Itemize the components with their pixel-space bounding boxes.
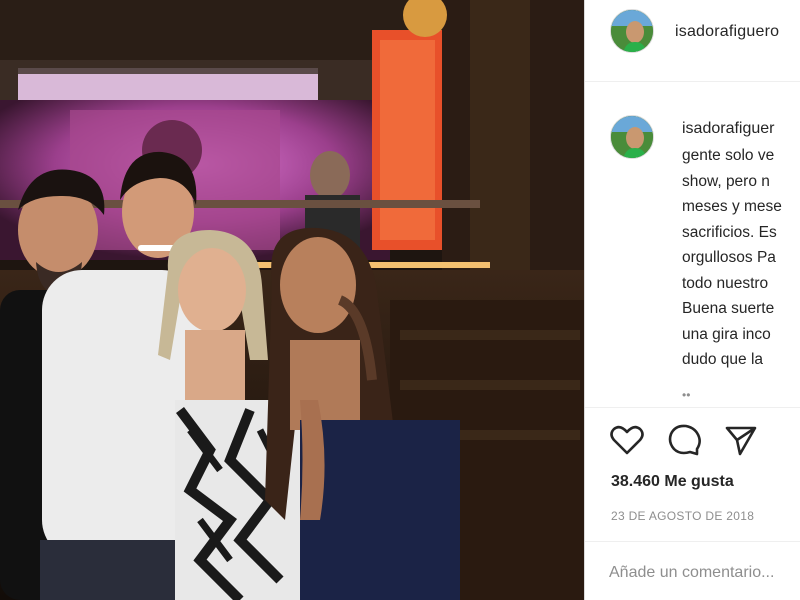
caption-username[interactable]: isadorafiguer (682, 120, 775, 138)
post-photo[interactable] (0, 0, 584, 600)
post-author-username[interactable]: isadorafiguero (675, 23, 779, 41)
profile-picture (611, 10, 653, 52)
group-photo-image (0, 0, 584, 600)
caption-text: gente solo ve show, pero n meses y mese … (682, 147, 782, 368)
likes-count[interactable]: 38.460 Me gusta (611, 473, 734, 491)
post-date[interactable]: 23 DE AGOSTO DE 2018 (611, 509, 754, 523)
comment-input[interactable] (609, 560, 800, 586)
comment-bar (585, 541, 800, 600)
action-bar (585, 408, 800, 472)
post-header: isadorafiguero (585, 0, 800, 82)
profile-picture (611, 116, 653, 158)
paper-plane-icon (725, 426, 757, 456)
caption-section: isadorafiguer gente solo ve show, pero n… (585, 82, 800, 408)
avatar[interactable] (610, 9, 654, 53)
more-indicator: •• (682, 388, 691, 402)
like-button[interactable] (609, 422, 645, 458)
comment-bubble-icon (668, 424, 701, 456)
caption-avatar[interactable] (610, 115, 654, 159)
share-button[interactable] (723, 422, 759, 458)
heart-icon (610, 425, 644, 455)
post-details-panel: isadorafiguero isadorafiguer gente solo … (584, 0, 800, 600)
comment-button[interactable] (666, 422, 702, 458)
